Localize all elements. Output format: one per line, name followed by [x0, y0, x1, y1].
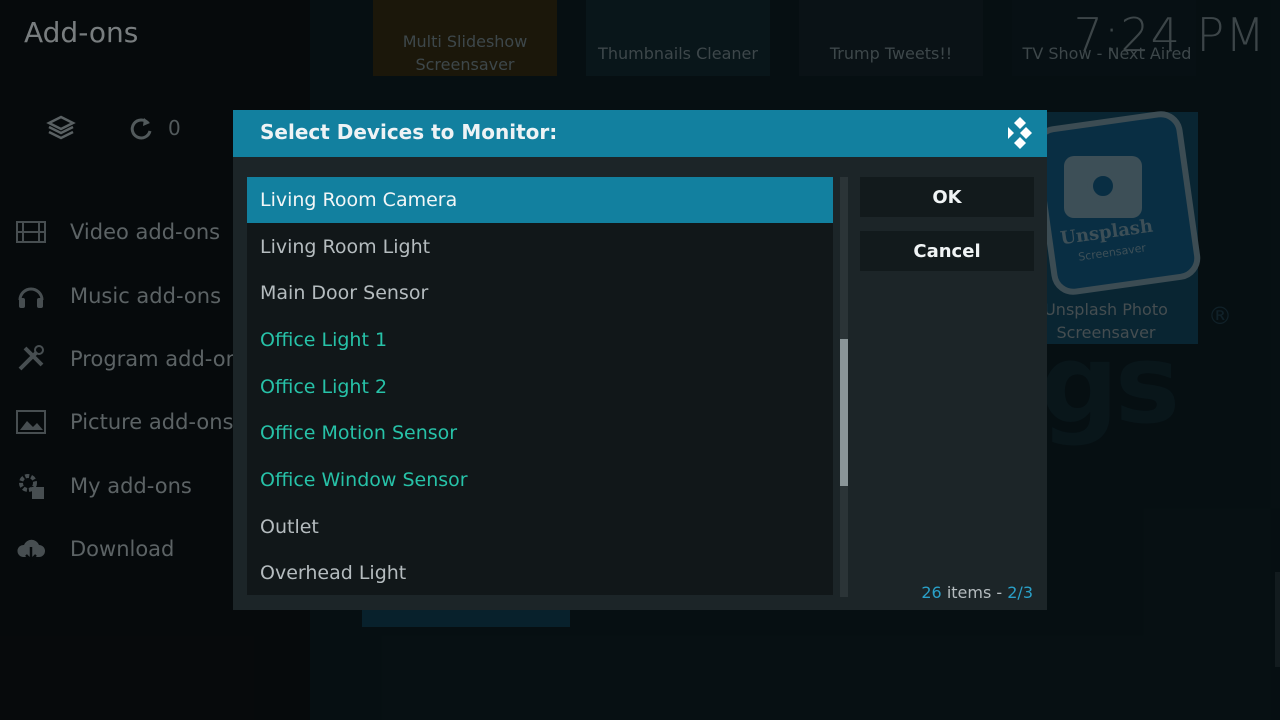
select-devices-dialog: Select Devices to Monitor: Living Room C… — [233, 110, 1047, 610]
items-total: 26 — [921, 583, 942, 602]
cancel-button[interactable]: Cancel — [860, 231, 1034, 271]
device-list[interactable]: Living Room Camera Living Room Light Mai… — [247, 177, 833, 595]
list-item[interactable]: Living Room Camera — [247, 177, 833, 223]
list-item[interactable]: Office Light 2 — [247, 364, 833, 410]
list-scrollbar-thumb[interactable] — [840, 339, 848, 486]
list-scrollbar[interactable] — [840, 177, 848, 597]
list-item[interactable]: Outlet — [247, 504, 833, 550]
list-item[interactable]: Living Room Light — [247, 224, 833, 270]
list-item[interactable]: Office Motion Sensor — [247, 410, 833, 456]
list-item[interactable]: Overhead Light — [247, 550, 833, 595]
list-item[interactable]: Main Door Sensor — [247, 270, 833, 316]
page-indicator: 2/3 — [1007, 583, 1033, 602]
list-item[interactable]: Office Light 1 — [247, 317, 833, 363]
dialog-header: Select Devices to Monitor: — [233, 110, 1047, 157]
items-count: 26 items - 2/3 — [921, 583, 1033, 602]
kodi-logo-icon — [1003, 116, 1037, 150]
items-label: items - — [941, 583, 1008, 602]
dialog-title: Select Devices to Monitor: — [260, 120, 558, 144]
ok-button[interactable]: OK — [860, 177, 1034, 217]
list-item[interactable]: Office Window Sensor — [247, 457, 833, 503]
